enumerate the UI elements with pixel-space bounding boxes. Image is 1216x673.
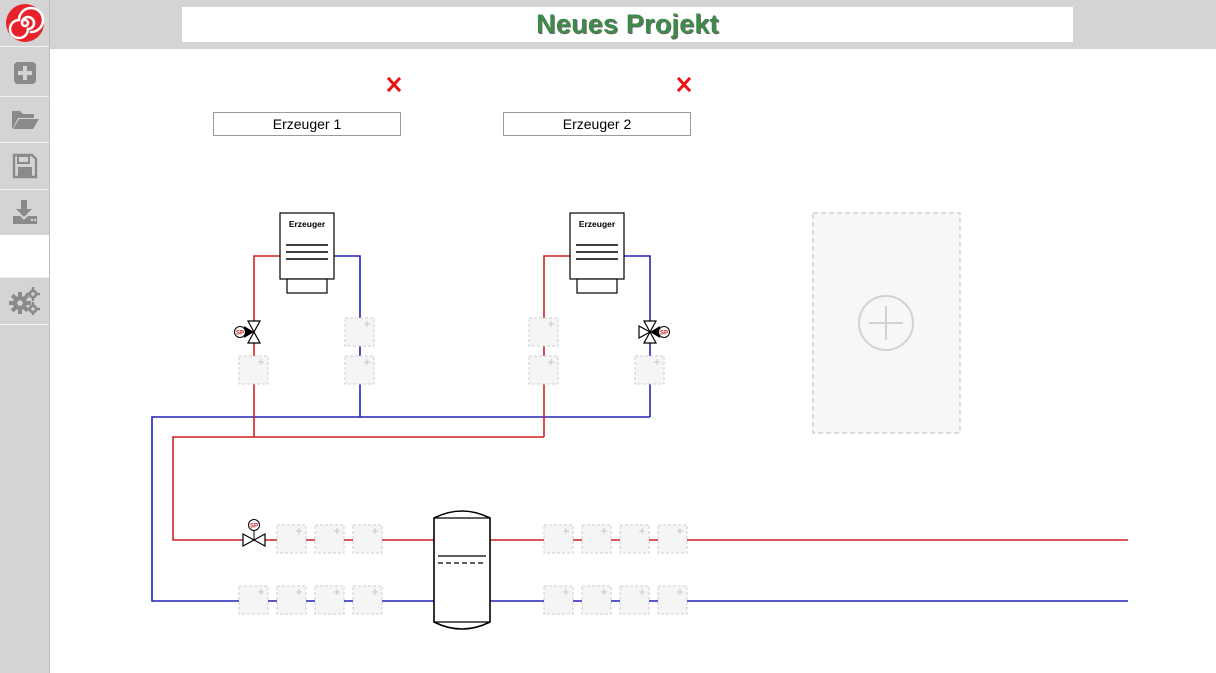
- add-component-slot[interactable]: [528, 355, 559, 385]
- generator-2-mixing-valve[interactable]: SP: [638, 320, 670, 344]
- add-component-slot[interactable]: [657, 524, 688, 554]
- add-component-slot[interactable]: [344, 317, 375, 347]
- add-component-slot[interactable]: [657, 585, 688, 615]
- generator-2-box-label: Erzeuger: [579, 219, 616, 229]
- remove-generator-2-icon[interactable]: [676, 76, 692, 93]
- add-component-slot[interactable]: [543, 585, 574, 615]
- add-component-slot[interactable]: [528, 317, 559, 347]
- generator-1-unit[interactable]: Erzeuger: [279, 212, 335, 294]
- add-component-slot[interactable]: [276, 585, 307, 615]
- add-component-slot[interactable]: [344, 355, 375, 385]
- add-component-slot[interactable]: [634, 355, 665, 385]
- remove-generator-1-icon[interactable]: [386, 76, 402, 93]
- supply-line-valve[interactable]: SP: [242, 519, 266, 548]
- add-component-slot[interactable]: [619, 524, 650, 554]
- add-generator-placeholder[interactable]: [812, 212, 961, 434]
- add-component-slot[interactable]: [352, 585, 383, 615]
- generator-1-valve-label: SP: [236, 331, 244, 337]
- add-component-slot[interactable]: [276, 524, 307, 554]
- add-component-slot[interactable]: [543, 524, 574, 554]
- add-component-slot[interactable]: [238, 355, 269, 385]
- add-component-slot[interactable]: [314, 585, 345, 615]
- add-component-slot[interactable]: [581, 585, 612, 615]
- generator-2-unit[interactable]: Erzeuger: [569, 212, 625, 294]
- add-component-slot[interactable]: [238, 585, 269, 615]
- generator-1-mixing-valve[interactable]: SP: [234, 320, 262, 344]
- generator-2-valve-label: SP: [660, 331, 668, 337]
- add-component-slot[interactable]: [352, 524, 383, 554]
- add-component-slot[interactable]: [581, 524, 612, 554]
- supply-valve-label: SP: [250, 524, 258, 530]
- hydraulic-schematic: Erzeuger Erzeuger SP SP SP: [151, 76, 1128, 630]
- buffer-tank[interactable]: [433, 510, 491, 630]
- generator-2-name-field[interactable]: Erzeuger 2: [503, 112, 691, 136]
- add-component-slot[interactable]: [314, 524, 345, 554]
- generator-1-box-label: Erzeuger: [289, 219, 326, 229]
- add-component-slot[interactable]: [619, 585, 650, 615]
- generator-1-name-field[interactable]: Erzeuger 1: [213, 112, 401, 136]
